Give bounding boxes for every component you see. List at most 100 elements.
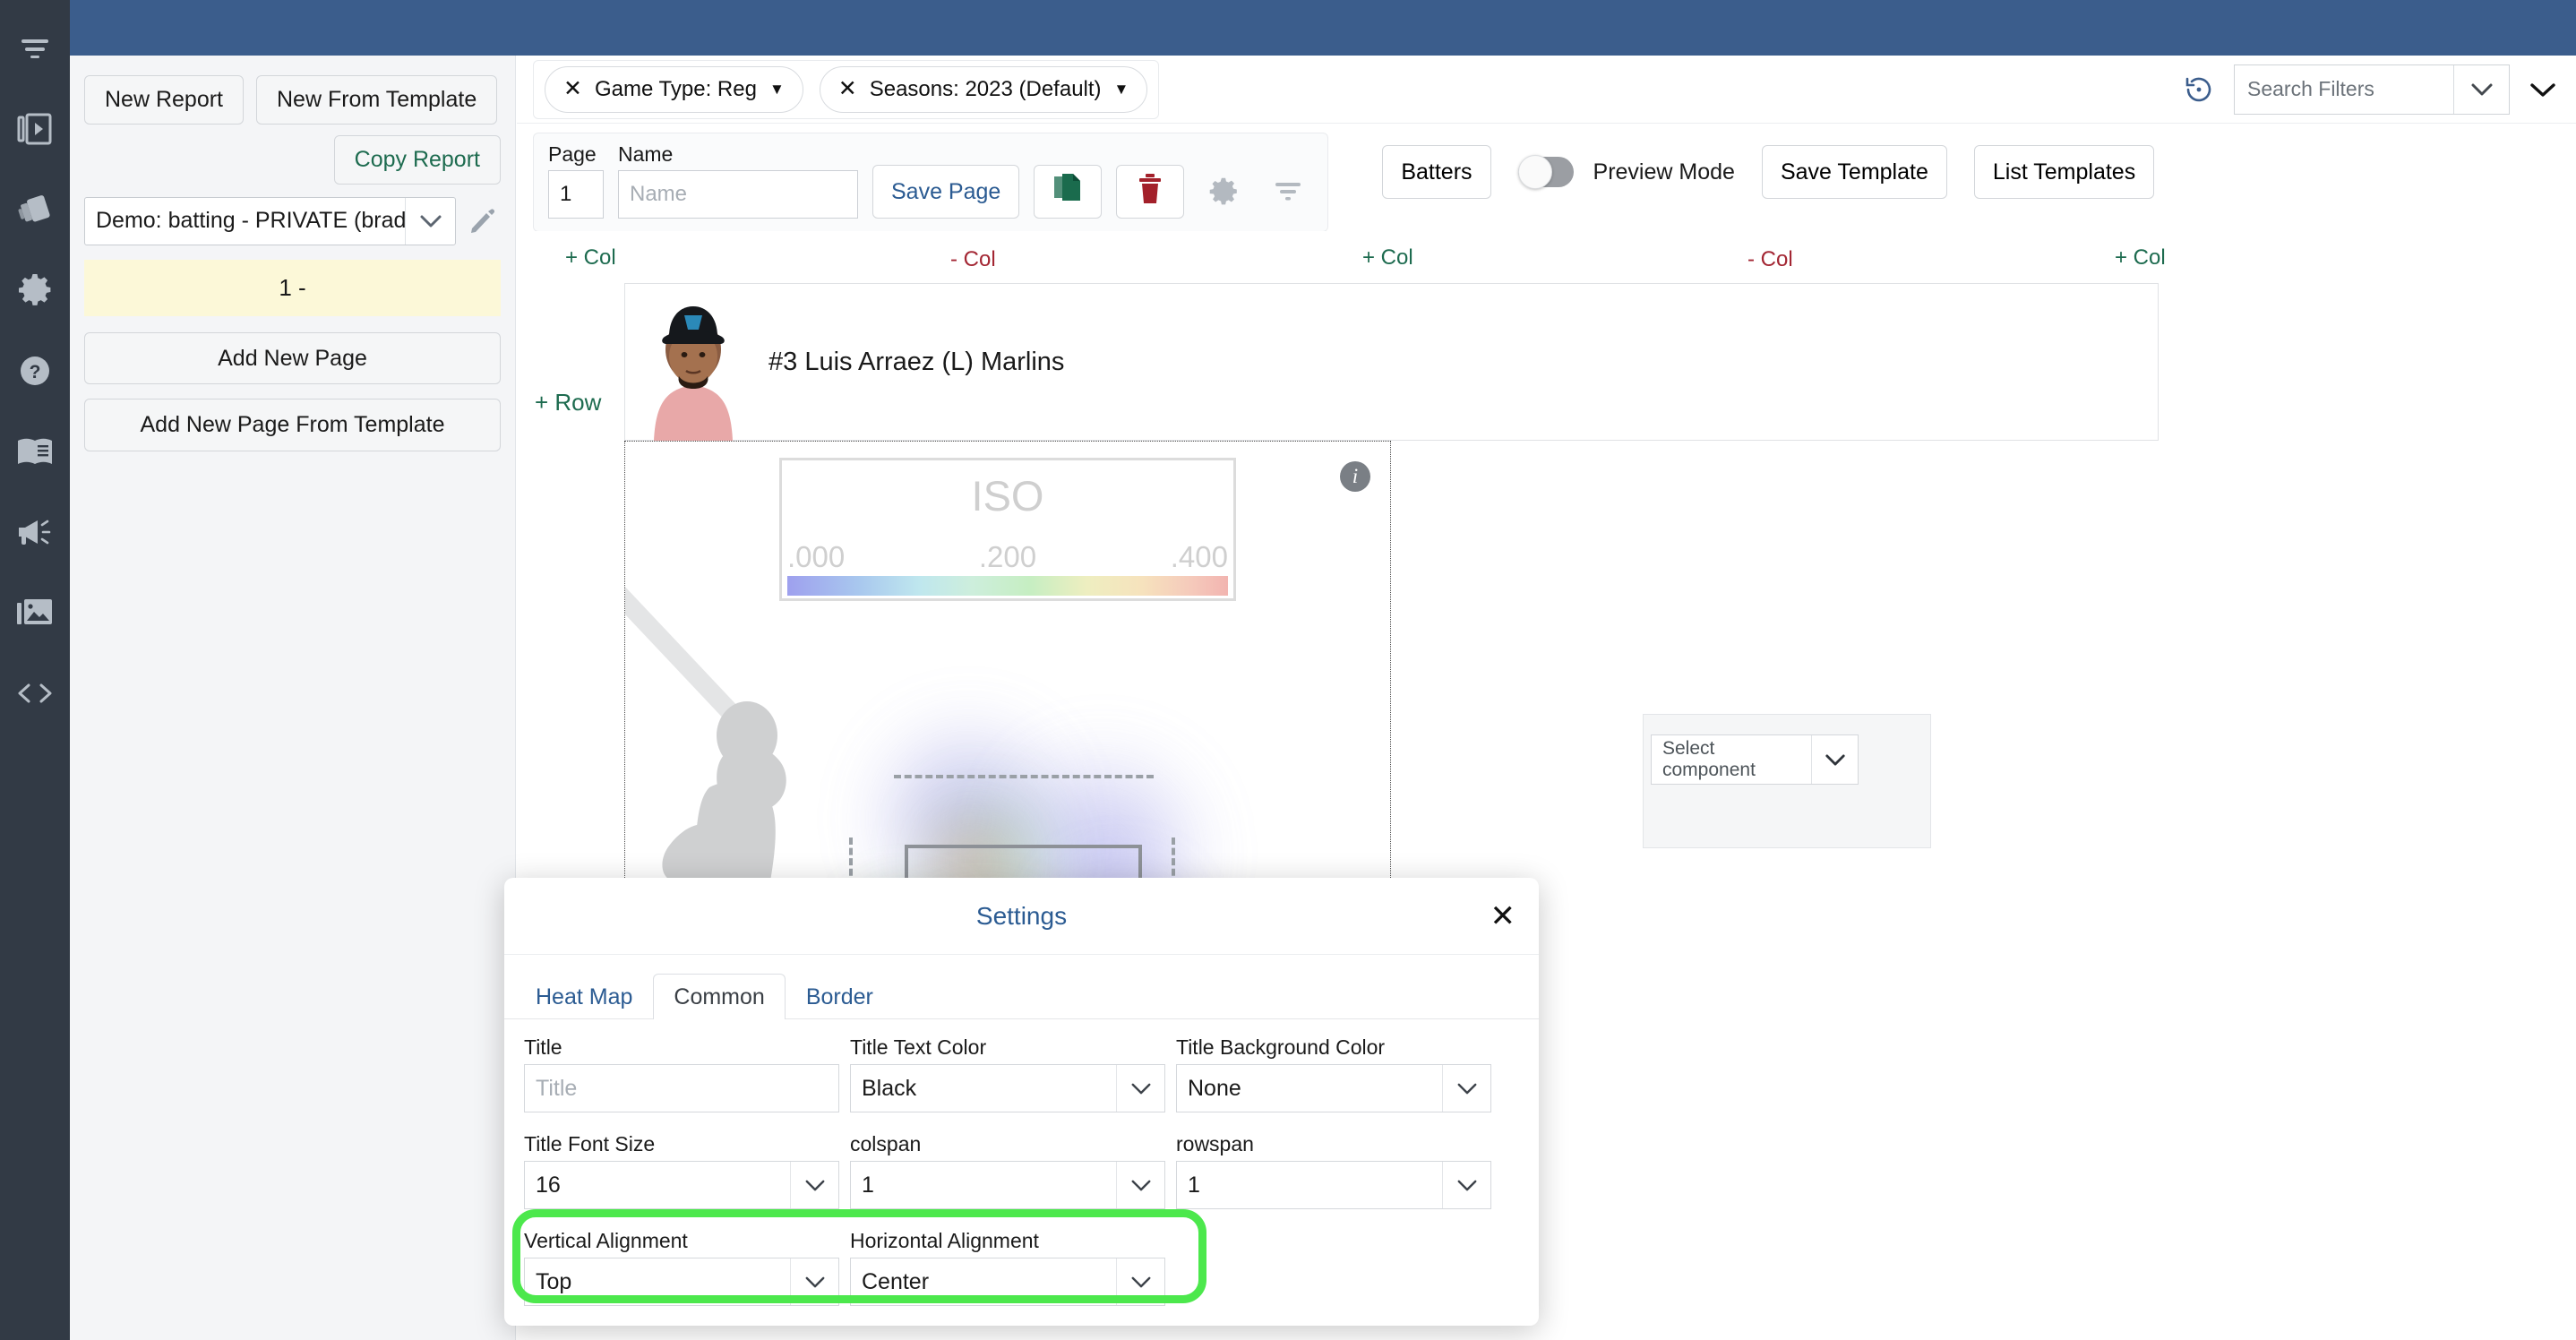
new-report-button[interactable]: New Report <box>84 75 244 125</box>
title-input[interactable] <box>524 1064 839 1112</box>
title-field: Title <box>524 1035 839 1112</box>
svg-text:?: ? <box>30 362 41 382</box>
chevron-down-icon <box>1116 1065 1164 1112</box>
iso-legend-title: ISO <box>782 460 1233 517</box>
horizontal-alignment-value: Center <box>851 1258 1116 1305</box>
select-component-placeholder: Select component <box>1652 735 1811 784</box>
tab-border[interactable]: Border <box>786 974 894 1019</box>
horizontal-alignment-select[interactable]: Center <box>850 1258 1165 1306</box>
add-row-button[interactable]: + Row <box>535 389 601 417</box>
save-page-button[interactable]: Save Page <box>872 165 1019 219</box>
report-actions-row: New Report New From Template <box>84 75 501 125</box>
close-icon[interactable]: ✕ <box>1490 901 1516 932</box>
player-header-cell[interactable]: #3 Luis Arraez (L) Marlins <box>624 283 2159 441</box>
chevron-down-icon[interactable]: ▼ <box>1114 81 1129 99</box>
colspan-label: colspan <box>850 1132 1165 1156</box>
chevron-down-icon <box>1442 1065 1490 1112</box>
zone-dash-top <box>894 775 1154 778</box>
title-font-size-field: Title Font Size 16 <box>524 1132 839 1209</box>
page-settings-gear-icon[interactable] <box>1198 165 1249 219</box>
megaphone-icon[interactable] <box>12 509 58 555</box>
horizontal-alignment-label: Horizontal Alignment <box>850 1229 1165 1253</box>
chevron-down-icon <box>1116 1162 1164 1208</box>
batters-button[interactable]: Batters <box>1382 145 1490 199</box>
settings-dialog-header: Settings ✕ <box>504 878 1539 955</box>
filter-chips: ✕ Game Type: Reg ▼ ✕ Seasons: 2023 (Defa… <box>533 60 1159 119</box>
player-headshot <box>645 283 742 441</box>
title-text-color-select[interactable]: Black <box>850 1064 1165 1112</box>
settings-dialog-title: Settings <box>976 902 1067 931</box>
settings-row-3: Vertical Alignment Top Horizontal Alignm… <box>524 1229 1519 1306</box>
save-template-button[interactable]: Save Template <box>1762 145 1947 199</box>
chevron-down-icon <box>1116 1258 1164 1305</box>
report-select[interactable]: Demo: batting - PRIVATE (brad... <box>84 197 456 245</box>
page-toolbar: Page Name Save Page <box>517 124 2576 231</box>
horizontal-alignment-field: Horizontal Alignment Center <box>850 1229 1165 1306</box>
title-background-color-field: Title Background Color None <box>1176 1035 1491 1112</box>
tab-heat-map[interactable]: Heat Map <box>515 974 653 1019</box>
new-from-template-button[interactable]: New From Template <box>256 75 497 125</box>
toggle-knob <box>1518 155 1552 189</box>
page-input[interactable] <box>548 170 604 219</box>
info-icon[interactable]: i <box>1340 461 1370 492</box>
add-col-button-2[interactable]: + Col <box>1362 245 1413 271</box>
filter-chip-seasons[interactable]: ✕ Seasons: 2023 (Default) ▼ <box>820 66 1148 113</box>
colspan-select[interactable]: 1 <box>850 1161 1165 1209</box>
page-filter-icon[interactable] <box>1263 165 1313 219</box>
vertical-alignment-label: Vertical Alignment <box>524 1229 839 1253</box>
history-restore-icon[interactable] <box>2184 74 2214 105</box>
title-background-color-select[interactable]: None <box>1176 1064 1491 1112</box>
add-col-button-3[interactable]: + Col <box>2115 245 2166 271</box>
rowspan-field: rowspan 1 <box>1176 1132 1491 1209</box>
iso-legend: ISO .000 .200 .400 <box>779 458 1236 601</box>
select-component-dropdown[interactable]: Select component <box>1651 734 1859 785</box>
add-col-button-1[interactable]: + Col <box>565 245 616 271</box>
vertical-alignment-value: Top <box>525 1258 790 1305</box>
preview-mode-label: Preview Mode <box>1593 159 1735 185</box>
add-new-page-button[interactable]: Add New Page <box>84 332 501 385</box>
report-panel: New Report New From Template Copy Report… <box>70 56 516 1340</box>
colspan-field: colspan 1 <box>850 1132 1165 1209</box>
video-library-icon[interactable] <box>12 106 58 152</box>
book-icon[interactable] <box>12 428 58 475</box>
close-icon[interactable]: ✕ <box>838 78 857 100</box>
hamburger-icon[interactable] <box>12 25 58 72</box>
delete-page-button[interactable] <box>1116 165 1184 219</box>
copy-page-button[interactable] <box>1034 165 1102 219</box>
remove-col-button-1[interactable]: - Col <box>950 247 996 272</box>
name-input[interactable] <box>618 170 858 219</box>
chevron-down-icon <box>790 1258 838 1305</box>
title-background-color-label: Title Background Color <box>1176 1035 1491 1060</box>
code-icon[interactable] <box>12 670 58 717</box>
copy-report-button[interactable]: Copy Report <box>334 135 501 185</box>
help-icon[interactable]: ? <box>12 348 58 394</box>
copy-page-icon <box>1052 173 1083 211</box>
list-templates-button[interactable]: List Templates <box>1974 145 2154 199</box>
remove-col-button-2[interactable]: - Col <box>1747 247 1793 272</box>
image-icon[interactable] <box>12 589 58 636</box>
add-new-page-from-template-button[interactable]: Add New Page From Template <box>84 399 501 451</box>
title-font-size-select[interactable]: 16 <box>524 1161 839 1209</box>
filter-chip-game-type[interactable]: ✕ Game Type: Reg ▼ <box>545 66 803 113</box>
preview-mode-toggle[interactable] <box>1518 157 1574 187</box>
preview-mode-control: Preview Mode <box>1518 157 1735 187</box>
gear-icon[interactable] <box>12 267 58 314</box>
cards-icon[interactable] <box>12 186 58 233</box>
vertical-alignment-select[interactable]: Top <box>524 1258 839 1306</box>
report-select-value: Demo: batting - PRIVATE (brad... <box>85 198 405 245</box>
filter-bar: ✕ Game Type: Reg ▼ ✕ Seasons: 2023 (Defa… <box>517 56 2576 124</box>
page-list-item-1[interactable]: 1 - <box>84 260 501 316</box>
chevron-down-icon[interactable]: ▼ <box>769 81 785 99</box>
pencil-icon[interactable] <box>465 208 501 235</box>
search-filters-select[interactable]: Search Filters <box>2234 64 2510 115</box>
rowspan-select[interactable]: 1 <box>1176 1161 1491 1209</box>
close-icon[interactable]: ✕ <box>563 78 582 100</box>
component-cell[interactable]: Select component <box>1643 714 1931 848</box>
expand-filters-chevron-down-icon[interactable] <box>2529 82 2556 98</box>
copy-report-row: Copy Report <box>84 135 501 185</box>
tab-common[interactable]: Common <box>653 974 785 1019</box>
iso-tick-mid: .200 <box>979 540 1036 574</box>
top-bar <box>70 0 2576 56</box>
settings-dialog-tabs: Heat Map Common Border <box>504 955 1539 1019</box>
settings-dialog-body: Title Title Text Color Black Title Backg… <box>504 1019 1539 1306</box>
